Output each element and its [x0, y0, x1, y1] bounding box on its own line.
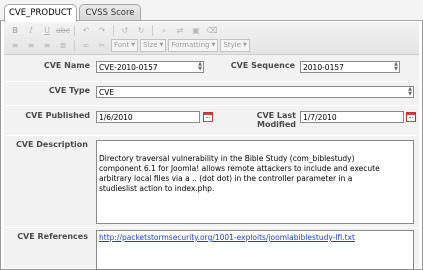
tab-cvss-score[interactable]: CVSS Score [79, 4, 141, 21]
spin-arrows-icon: ▲ ▼ [198, 61, 202, 72]
tab-bar: CVE_PRODUCT CVSS Score [0, 0, 423, 22]
bold-icon[interactable]: B [8, 25, 22, 37]
toolbar-separator [74, 25, 75, 36]
align-justify-icon[interactable]: ≣ [56, 40, 70, 52]
cve-name-label: CVE Name [43, 61, 90, 70]
rich-text-toolbar: B I U abc ↶ ↷ ↺ ↻ ⌕ ⇄ ▣ ⌫ ≡ ≡ ≡ ≣ ∞ ✂ Fo… [4, 22, 419, 55]
cve-description-textarea[interactable]: Directory traversal vulnerability in the… [96, 140, 414, 224]
toolbar-row-2: ≡ ≡ ≡ ≣ ∞ ✂ Font ▼ Size ▼ Formatting ▼ Styl… [8, 39, 252, 52]
cve-sequence-label: CVE Sequence [230, 61, 295, 70]
chevron-down-icon: ▼ [131, 42, 136, 48]
cve-published-label: CVE Published [25, 111, 90, 120]
cve-type-input[interactable]: CVE ▲ ▼ [96, 86, 414, 98]
form-row-type: CVE Type CVE ▲ ▼ [4, 81, 419, 106]
cve-sequence-input[interactable]: 2010-0157 ▲ ▼ [300, 61, 400, 73]
redo-icon[interactable]: ↷ [95, 25, 109, 37]
reference-link[interactable]: http://packetstormsecurity.org/1001-expl… [99, 233, 355, 242]
select-all-icon[interactable]: ▣ [189, 25, 203, 37]
calendar-icon[interactable] [406, 112, 416, 122]
chevron-down-icon: ▼ [243, 42, 247, 48]
underline-icon[interactable]: U [40, 25, 54, 37]
form-row-dates: CVE Published 1/6/2010 CVE Last Modified… [4, 105, 419, 136]
cve-name-input[interactable]: CVE-2010-0157 ▲ ▼ [96, 61, 204, 73]
cve-type-label: CVE Type [48, 86, 90, 95]
toolbar-row-1: B I U abc ↶ ↷ ↺ ↻ ⌕ ⇄ ▣ ⌫ [8, 24, 221, 37]
cve-references-label: CVE References [17, 232, 88, 241]
chevron-down-icon: ▼ [211, 42, 216, 48]
calendar-icon[interactable] [203, 112, 213, 122]
form-row-references: CVE References http://packetstormsecurit… [4, 227, 419, 270]
form-row-name: CVE Name CVE-2010-0157 ▲ ▼ CVE Sequence 2… [4, 55, 419, 82]
spin-arrows-icon: ▲ ▼ [394, 61, 398, 72]
spin-arrows-icon: ▲ ▼ [408, 86, 412, 97]
size-select[interactable]: Size ▼ [140, 39, 167, 52]
undo-icon[interactable]: ↶ [79, 25, 93, 37]
tab-cve-product[interactable]: CVE_PRODUCT [4, 4, 77, 22]
redo-arrow-icon[interactable]: ↻ [134, 25, 148, 37]
style-select[interactable]: Style ▼ [220, 39, 250, 52]
formatting-select[interactable]: Formatting ▼ [168, 39, 219, 52]
cve-last-modified-input[interactable]: 1/7/2010 [300, 111, 404, 123]
form-row-description: CVE Description Directory traversal vuln… [4, 135, 419, 228]
cve-form: CVE Name CVE-2010-0157 ▲ ▼ CVE Sequence 2… [4, 55, 419, 270]
toolbar-separator [74, 40, 75, 51]
italic-icon[interactable]: I [24, 25, 38, 37]
cve-description-label: CVE Description [15, 140, 88, 149]
replace-icon[interactable]: ⇄ [173, 25, 187, 37]
toolbar-separator [113, 25, 114, 36]
align-center-icon[interactable]: ≡ [24, 40, 38, 52]
cve-last-modified-label: CVE Last Modified [256, 111, 296, 129]
unlink-icon[interactable]: ✂ [95, 40, 109, 52]
clear-format-icon[interactable]: ⌫ [205, 25, 219, 37]
undo-arrow-icon[interactable]: ↺ [118, 25, 132, 37]
cve-published-input[interactable]: 1/6/2010 [96, 111, 200, 123]
find-icon[interactable]: ⌕ [157, 25, 171, 37]
align-left-icon[interactable]: ≡ [8, 40, 22, 52]
cve-references-textarea[interactable]: http://packetstormsecurity.org/1001-expl… [96, 230, 414, 270]
chevron-down-icon: ▼ [159, 42, 164, 48]
font-select[interactable]: Font ▼ [111, 39, 139, 52]
align-right-icon[interactable]: ≡ [40, 40, 54, 52]
link-icon[interactable]: ∞ [79, 40, 93, 52]
toolbar-separator [152, 25, 153, 36]
strikethrough-icon[interactable]: abc [56, 25, 70, 37]
cve-description-text: Directory traversal vulnerability in the… [99, 154, 380, 193]
